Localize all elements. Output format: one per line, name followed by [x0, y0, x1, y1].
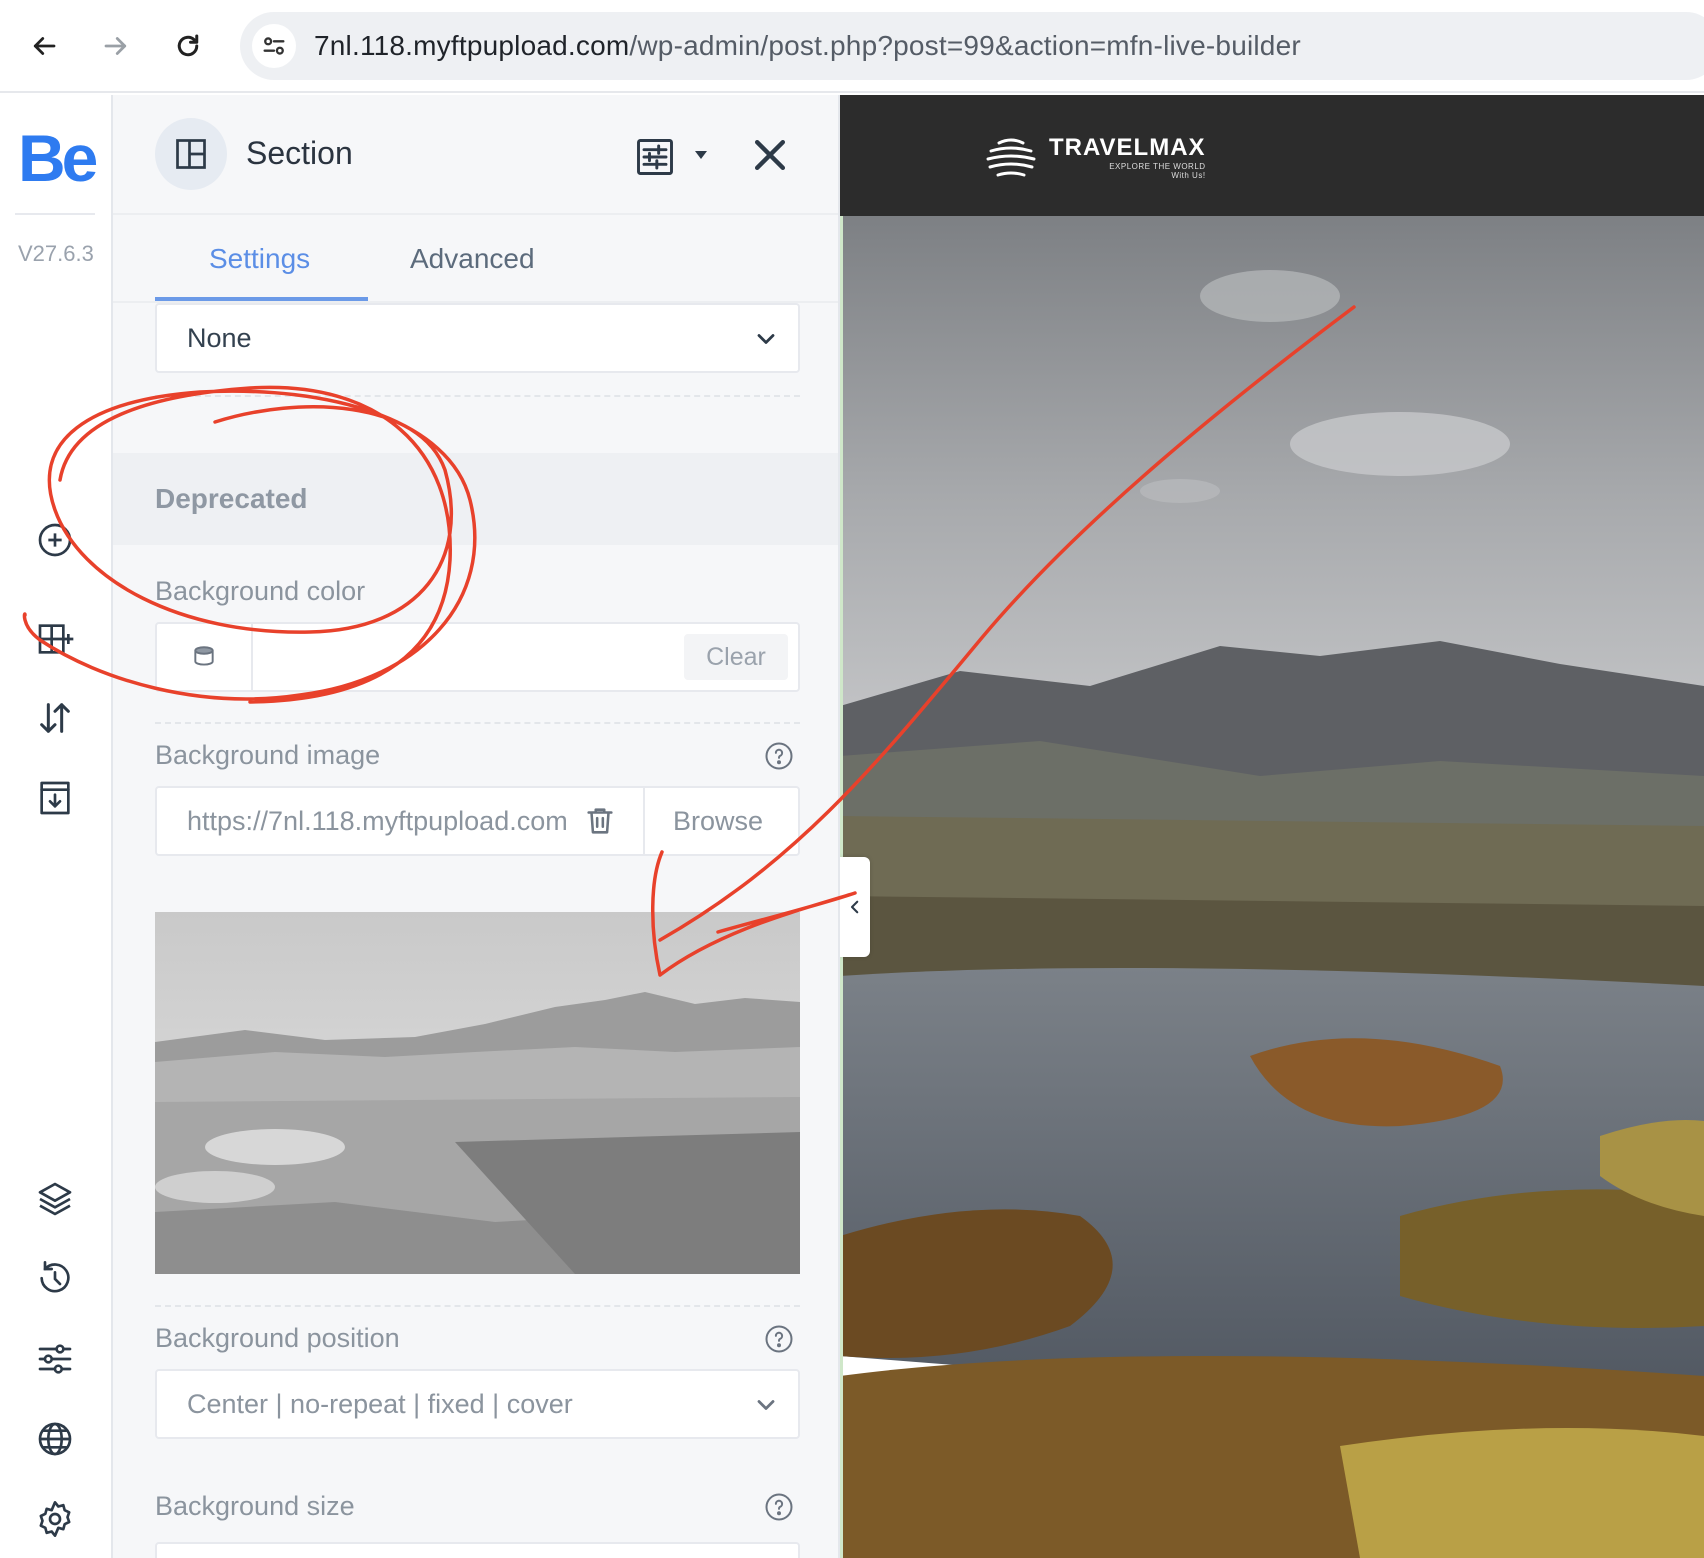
bg-position-select[interactable]: Center | no-repeat | fixed | cover: [155, 1369, 800, 1439]
site-logo[interactable]: TRAVELMAX EXPLORE THE WORLD With Us!: [985, 131, 1206, 183]
element-settings-panel: Section Settings Advanced None Deprecate…: [113, 95, 840, 1558]
chevron-left-icon: [850, 900, 859, 914]
reload-icon: [177, 34, 199, 57]
version-label: V27.6.3: [18, 241, 94, 266]
divider: [155, 1305, 800, 1307]
bg-image-label: Background image: [155, 740, 381, 770]
divider: [155, 722, 800, 724]
address-bar[interactable]: 7nl.118.myftpupload.com/wp-admin/post.ph…: [240, 12, 1704, 80]
caret-down-icon[interactable]: [691, 145, 711, 165]
website-button[interactable]: [33, 1417, 77, 1461]
section-layout-icon: [176, 139, 206, 169]
chevron-down-icon: [757, 334, 775, 344]
gear-icon: [39, 1501, 71, 1537]
be-logo: Be: [18, 121, 98, 195]
sort-arrows-icon: [40, 703, 70, 733]
url-host: 7nl.118.myftpupload.com: [314, 30, 630, 61]
close-icon[interactable]: [748, 133, 792, 177]
bg-position-value: Center | no-repeat | fixed | cover: [187, 1389, 573, 1419]
add-circle-icon: [38, 523, 72, 557]
tab-advanced[interactable]: Advanced: [410, 243, 535, 275]
panel-header: Section: [113, 95, 838, 215]
bg-image-field[interactable]: https://7nl.118.myftpupload.com Browse: [155, 786, 800, 856]
help-icon[interactable]: [764, 1324, 794, 1354]
url-path: /wp-admin/post.php?post=99&action=mfn-li…: [629, 30, 1301, 61]
brand-tagline: EXPLORE THE WORLD: [1109, 162, 1206, 171]
globe-logo-icon: [986, 138, 1036, 177]
collapse-panel-button[interactable]: [840, 857, 870, 957]
panel-tabs: Settings Advanced: [113, 217, 838, 303]
help-icon[interactable]: [764, 1492, 794, 1522]
globe-icon: [38, 1422, 72, 1456]
help-icon[interactable]: [764, 741, 794, 771]
site-header: TRAVELMAX EXPLORE THE WORLD With Us!: [840, 95, 1704, 216]
templates-icon: [40, 781, 70, 815]
browse-button[interactable]: Browse: [643, 788, 798, 854]
bg-size-select[interactable]: [155, 1542, 800, 1558]
panel-title: Section: [246, 135, 353, 171]
page-options-button[interactable]: [33, 1337, 77, 1381]
bg-position-label: Background position: [155, 1323, 400, 1353]
settings-button[interactable]: [33, 1497, 77, 1541]
hero-background-image: [840, 216, 1704, 1558]
color-picker-button[interactable]: [157, 624, 253, 690]
top-select-value: None: [187, 323, 252, 353]
live-preview: TRAVELMAX EXPLORE THE WORLD With Us!: [840, 95, 1704, 1558]
history-button[interactable]: [33, 1257, 77, 1301]
templates-button[interactable]: [33, 776, 77, 820]
deprecated-heading: Deprecated: [155, 483, 308, 514]
trash-icon[interactable]: [583, 804, 617, 838]
bg-size-label: Background size: [155, 1491, 355, 1521]
browser-toolbar: 7nl.118.myftpupload.com/wp-admin/post.ph…: [0, 0, 1704, 93]
brand-name: TRAVELMAX: [1049, 134, 1206, 161]
add-element-button[interactable]: [33, 518, 77, 562]
options-sliders-icon: [38, 1344, 72, 1374]
bg-color-field[interactable]: Clear: [155, 622, 800, 692]
paint-bucket-icon: [194, 646, 214, 666]
reload-button[interactable]: [164, 22, 212, 70]
arrow-right-icon: [104, 37, 127, 55]
arrow-left-icon: [33, 37, 56, 55]
back-button[interactable]: [20, 22, 68, 70]
bg-color-label: Background color: [155, 576, 366, 606]
rail-divider: [15, 213, 95, 215]
builder-sidebar-rail: Be V27.6.3: [0, 95, 113, 1558]
section-type-badge: [155, 118, 227, 190]
sliders-toggle-icon[interactable]: [633, 135, 677, 179]
history-icon: [40, 1261, 70, 1293]
add-section-icon: [38, 624, 74, 654]
divider: [155, 395, 800, 397]
active-tab-indicator: [155, 297, 368, 301]
reorder-button[interactable]: [33, 696, 77, 740]
bg-image-thumbnail: [155, 912, 800, 1274]
chevron-down-icon: [757, 1400, 775, 1410]
layers-icon: [38, 1182, 72, 1216]
navigator-button[interactable]: [33, 1177, 77, 1221]
forward-button[interactable]: [92, 22, 140, 70]
deprecated-group: Deprecated: [113, 453, 838, 545]
url-text: 7nl.118.myftpupload.com/wp-admin/post.ph…: [314, 30, 1301, 62]
brand-text: TRAVELMAX EXPLORE THE WORLD With Us!: [1049, 134, 1206, 180]
tune-icon: [263, 37, 285, 55]
top-select[interactable]: None: [155, 303, 800, 373]
clear-color-button[interactable]: Clear: [684, 634, 788, 680]
tab-settings[interactable]: Settings: [209, 243, 310, 275]
add-section-button[interactable]: [33, 617, 77, 661]
site-info-button[interactable]: [252, 24, 296, 68]
brand-tagline-2: With Us!: [1171, 171, 1206, 180]
bg-image-url-input[interactable]: https://7nl.118.myftpupload.com: [157, 788, 643, 854]
